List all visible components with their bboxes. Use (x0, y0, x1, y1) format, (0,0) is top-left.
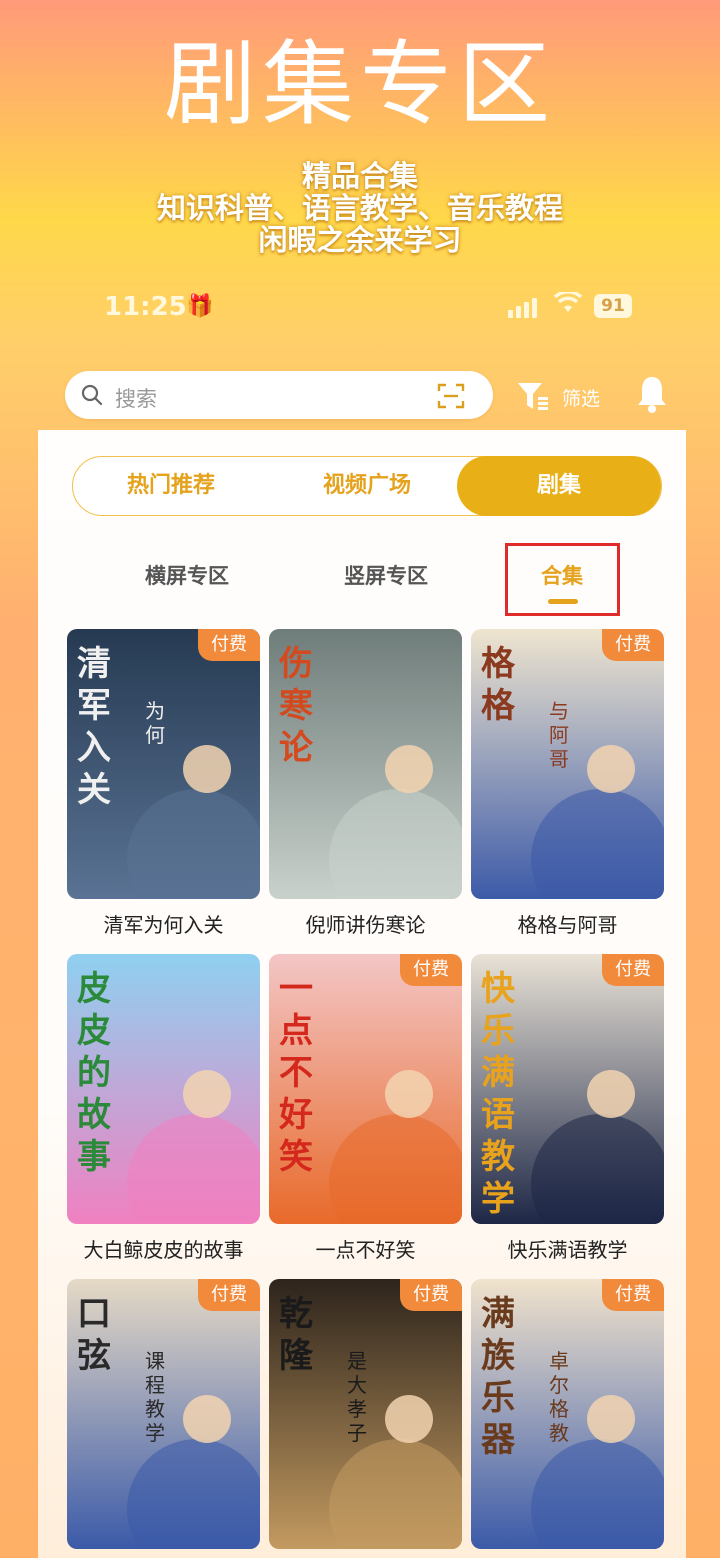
bell-icon[interactable] (634, 374, 670, 414)
cover-subtitle-art: 是大孝子 (347, 1349, 367, 1445)
status-bar: 11:25 🎁 91 (0, 290, 720, 328)
paid-badge: 付费 (602, 629, 664, 661)
cover-title-art: 格格 (481, 644, 515, 726)
search-icon (81, 384, 103, 406)
series-cover[interactable]: 清军入关 为何 付费 (67, 629, 260, 899)
cover-subtitle-art: 课程教学 (145, 1349, 165, 1445)
filter-button[interactable]: 筛选 (516, 376, 616, 416)
paid-badge: 付费 (400, 1279, 462, 1311)
cover-title-art: 清军入关 (77, 644, 111, 810)
subtab-portrait[interactable]: 竖屏专区 (344, 560, 428, 590)
paid-badge: 付费 (602, 1279, 664, 1311)
status-time: 11:25 (104, 292, 187, 322)
series-cover[interactable]: 快乐满语教学 付费 (471, 954, 664, 1224)
series-title[interactable]: 一点不好笑 (269, 1234, 462, 1263)
search-placeholder: 搜索 (115, 387, 157, 411)
series-cover[interactable]: 口弦课程教学 付费 (67, 1279, 260, 1549)
scan-icon[interactable] (437, 382, 465, 410)
paid-badge: 付费 (602, 954, 664, 986)
cover-title-art: 满族乐器 (481, 1294, 515, 1460)
cover-subtitle-art: 为何 (145, 699, 165, 747)
promo-line-1: 精品合集 (301, 159, 418, 193)
paid-badge: 付费 (198, 1279, 260, 1311)
series-title[interactable]: 大白鲸皮皮的故事 (67, 1234, 260, 1263)
promo-line-3: 闲暇之余来学习 (258, 223, 462, 257)
search-input[interactable]: 搜索 (65, 371, 493, 419)
filter-label: 筛选 (562, 388, 601, 410)
series-title[interactable]: 格格与阿哥 (471, 909, 664, 938)
paid-badge: 付费 (400, 954, 462, 986)
series-title[interactable]: 快乐满语教学 (471, 1234, 664, 1263)
series-cover[interactable]: 乾隆是大孝子 付费 (269, 1279, 462, 1549)
series-cover[interactable]: 伤寒论 (269, 629, 462, 899)
highlight-annotation (505, 543, 620, 616)
tab-hot-recommend[interactable]: 热门推荐 (83, 457, 259, 515)
promo-title: 剧集专区 (163, 31, 556, 138)
series-cover[interactable]: 一点不好笑 付费 (269, 954, 462, 1224)
subtab-landscape[interactable]: 横屏专区 (145, 560, 229, 590)
promo-line-2: 知识科普、语言教学、音乐教程 (156, 191, 563, 225)
series-title[interactable]: 清军为何入关 (67, 909, 260, 938)
series-cover[interactable]: 格格与阿哥 付费 (471, 629, 664, 899)
signal-icon (508, 298, 537, 318)
cover-title-art: 皮皮的故事 (77, 969, 111, 1177)
series-cover[interactable]: 满族乐器 卓尔格教 付费 (471, 1279, 664, 1549)
filter-icon (518, 383, 548, 410)
cover-title-art: 一点不好笑 (279, 969, 313, 1177)
paid-badge: 付费 (198, 629, 260, 661)
cover-title-art: 口弦 (77, 1294, 111, 1376)
gift-icon: 🎁 (186, 294, 214, 319)
wifi-icon (553, 290, 583, 322)
cover-subtitle-art: 卓尔格教 (549, 1349, 569, 1445)
cover-subtitle-art: 与阿哥 (549, 699, 569, 771)
tab-series[interactable]: 剧集 (457, 456, 661, 516)
series-cover[interactable]: 皮皮的故事 (67, 954, 260, 1224)
tab-video-square[interactable]: 视频广场 (269, 457, 465, 515)
cover-title-art: 乾隆 (279, 1294, 313, 1376)
cover-title-art: 伤寒论 (279, 644, 313, 768)
main-tab-bar: 热门推荐 视频广场 剧集 (72, 456, 662, 516)
cover-title-art: 快乐满语教学 (481, 969, 515, 1219)
battery-indicator: 91 (594, 294, 632, 318)
series-title[interactable]: 倪师讲伤寒论 (269, 909, 462, 938)
